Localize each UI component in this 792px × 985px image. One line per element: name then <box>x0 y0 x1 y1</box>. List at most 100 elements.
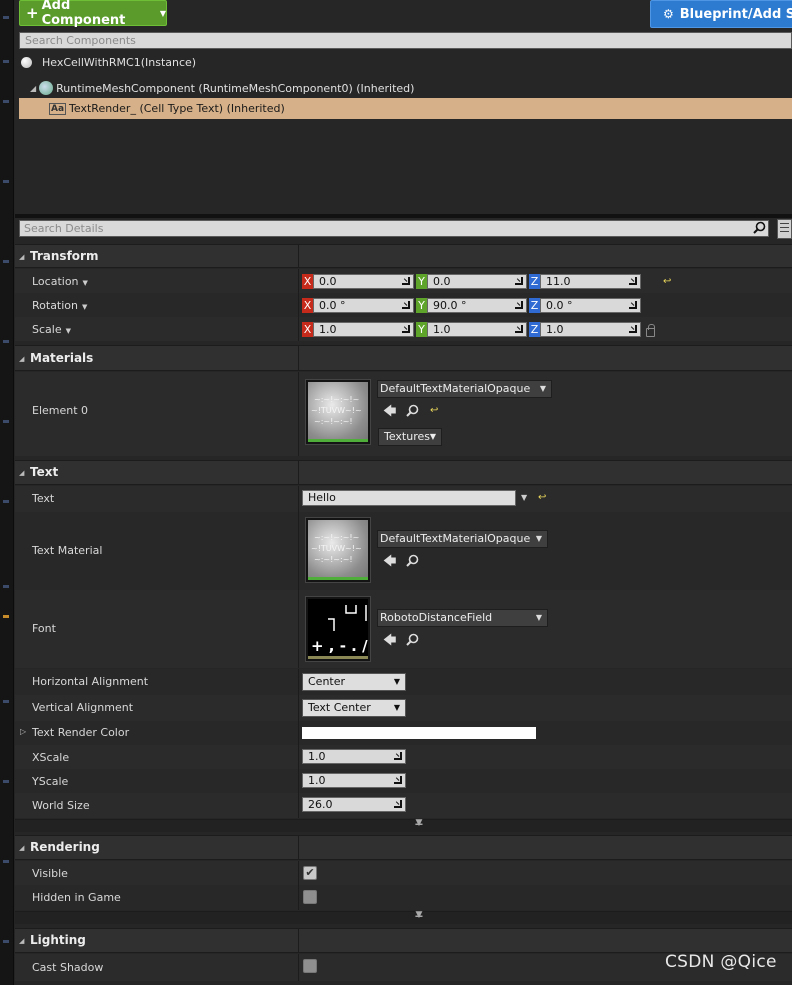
visible-checkbox[interactable]: ✔ <box>303 866 317 880</box>
double-chevron-down-icon: ▼ ▔ <box>415 818 423 835</box>
visible-label: Visible <box>32 867 68 880</box>
watermark-text: CSDN @Qice <box>665 952 777 972</box>
show-advanced-text[interactable]: ▼ ▔ <box>15 818 792 835</box>
textures-dropdown[interactable]: Textures ▼ <box>378 428 442 446</box>
location-z-field[interactable]: 11.0 <box>540 274 641 289</box>
location-y-field[interactable]: 0.0 <box>427 274 527 289</box>
category-text[interactable]: ◢ Text <box>15 460 792 485</box>
axis-z-label: Z <box>529 274 540 289</box>
column-divider <box>298 793 299 818</box>
strip-marker <box>3 180 9 183</box>
chevron-down-icon: ▼ <box>159 8 166 18</box>
use-selected-arrow-icon[interactable]: 🡄 <box>383 634 396 647</box>
axis-z-label: Z <box>529 298 540 313</box>
collapse-arrow-icon: ◢ <box>19 253 25 261</box>
material-thumbnail[interactable]: ~:~!~:~!~ ~!TUVW~!~ ~:~!~:~! <box>305 379 371 445</box>
column-divider <box>298 836 299 859</box>
column-divider <box>298 929 299 952</box>
chevron-down-icon: ▼ <box>82 303 88 311</box>
browse-magnifier-icon[interactable] <box>406 633 419 649</box>
add-component-button[interactable]: + Add Component ▼ <box>19 0 167 28</box>
strip-marker <box>3 500 9 503</box>
scale-z-field[interactable]: 1.0 <box>540 322 641 337</box>
text-render-color-swatch[interactable] <box>302 727 536 739</box>
text-render-color-label: Text Render Color <box>32 726 130 739</box>
expand-arrow-icon[interactable]: ▷ <box>20 727 26 736</box>
reset-to-default-icon[interactable]: ↩ <box>430 405 438 416</box>
vertical-alignment-dropdown[interactable]: Text Center ▼ <box>302 699 406 717</box>
category-rendering[interactable]: ◢ Rendering <box>15 835 792 860</box>
reset-to-default-icon[interactable]: ↩ <box>538 492 546 503</box>
font-asset-picker[interactable]: RobotoDistanceField ▼ <box>377 609 548 627</box>
xscale-field[interactable]: 1.0 <box>302 749 406 764</box>
cast-shadow-checkbox[interactable] <box>303 959 317 973</box>
chevron-down-icon: ▼ <box>65 327 71 335</box>
world-size-field[interactable]: 26.0 <box>302 797 406 812</box>
browse-magnifier-icon[interactable] <box>406 404 419 420</box>
search-details-input[interactable]: Search Details <box>19 220 769 237</box>
axis-y-label: Y <box>416 298 427 313</box>
strip-marker <box>3 780 9 783</box>
column-divider <box>298 486 299 512</box>
chevron-down-icon: ▼ <box>539 384 546 393</box>
use-selected-arrow-icon[interactable]: 🡄 <box>383 405 396 418</box>
expand-arrow-icon[interactable]: ◢ <box>30 84 36 93</box>
rotation-y-field[interactable]: 90.0 ° <box>427 298 527 313</box>
svg-text:~:~!~:~!: ~:~!~:~! <box>314 555 353 564</box>
show-advanced-rendering[interactable]: ▼ ▔ <box>15 911 792 927</box>
strip-marker <box>3 940 9 943</box>
category-materials[interactable]: ◢ Materials <box>15 345 792 371</box>
search-icon[interactable] <box>751 221 767 236</box>
text-options-dropdown-icon[interactable]: ▼ <box>521 493 527 502</box>
material-asset-picker[interactable]: DefaultTextMaterialOpaque ▼ <box>377 380 552 398</box>
text-material-thumbnail[interactable]: ~:~!~:~!~ ~!TUVW~!~ ~:~!~:~! <box>305 517 371 583</box>
actor-instance-icon <box>21 56 32 68</box>
search-components-input[interactable]: Search Components <box>19 32 792 49</box>
location-label[interactable]: Location ▼ <box>32 275 88 288</box>
strip-marker <box>3 700 9 703</box>
text-render-icon: Aa <box>49 102 67 115</box>
property-row-text-material: Text Material <box>15 512 792 590</box>
chevron-down-icon: ▼ <box>393 677 400 686</box>
lock-icon[interactable] <box>646 324 655 337</box>
yscale-field[interactable]: 1.0 <box>302 773 406 788</box>
font-preview-glyphs: + , - . / <box>311 637 368 655</box>
component-label: TextRender_ (Cell Type Text) (Inherited) <box>69 102 285 115</box>
text-material-asset-picker[interactable]: DefaultTextMaterialOpaque ▼ <box>377 530 548 548</box>
use-selected-arrow-icon[interactable]: 🡄 <box>383 555 396 568</box>
column-divider <box>298 269 299 293</box>
scale-x-field[interactable]: 1.0 <box>313 322 414 337</box>
font-thumbnail[interactable]: + , - . / <box>305 596 371 662</box>
column-divider <box>298 512 299 590</box>
axis-x-label: X <box>302 298 313 313</box>
collapse-arrow-icon: ◢ <box>19 844 25 852</box>
collapse-arrow-icon: ◢ <box>19 355 25 363</box>
rotation-label[interactable]: Rotation ▼ <box>32 299 87 312</box>
axis-x-label: X <box>302 274 313 289</box>
location-x-field[interactable]: 0.0 <box>313 274 414 289</box>
column-divider <box>298 317 299 341</box>
scale-y-field[interactable]: 1.0 <box>427 322 527 337</box>
strip-marker <box>3 100 9 103</box>
strip-marker <box>3 260 9 263</box>
add-component-label: Add Component <box>41 0 126 28</box>
component-tree-item-selected[interactable]: Aa TextRender_ (Cell Type Text) (Inherit… <box>19 98 792 119</box>
horizontal-alignment-dropdown[interactable]: Center ▼ <box>302 673 406 691</box>
hidden-in-game-checkbox[interactable] <box>303 890 317 904</box>
browse-magnifier-icon[interactable] <box>406 554 419 570</box>
view-options-button[interactable] <box>777 219 792 239</box>
category-lighting[interactable]: ◢ Lighting <box>15 928 792 953</box>
component-label: RuntimeMeshComponent (RuntimeMeshCompone… <box>56 81 415 95</box>
component-tree-item[interactable]: ◢ RuntimeMeshComponent (RuntimeMeshCompo… <box>19 79 792 97</box>
property-row-hidden-in-game: Hidden in Game <box>15 885 792 910</box>
plus-icon: + <box>26 4 39 22</box>
category-transform[interactable]: ◢ Transform <box>15 244 792 268</box>
component-tree-root[interactable]: HexCellWithRMC1(Instance) <box>19 53 792 71</box>
scale-label[interactable]: Scale ▼ <box>32 323 71 336</box>
blueprint-add-script-button[interactable]: ⚙ Blueprint/Add S <box>650 0 792 28</box>
text-value-input[interactable]: Hello <box>302 490 516 506</box>
vertical-alignment-label: Vertical Alignment <box>32 701 134 714</box>
rotation-z-field[interactable]: 0.0 ° <box>540 298 641 313</box>
reset-to-default-icon[interactable]: ↩ <box>663 276 671 287</box>
rotation-x-field[interactable]: 0.0 ° <box>313 298 414 313</box>
